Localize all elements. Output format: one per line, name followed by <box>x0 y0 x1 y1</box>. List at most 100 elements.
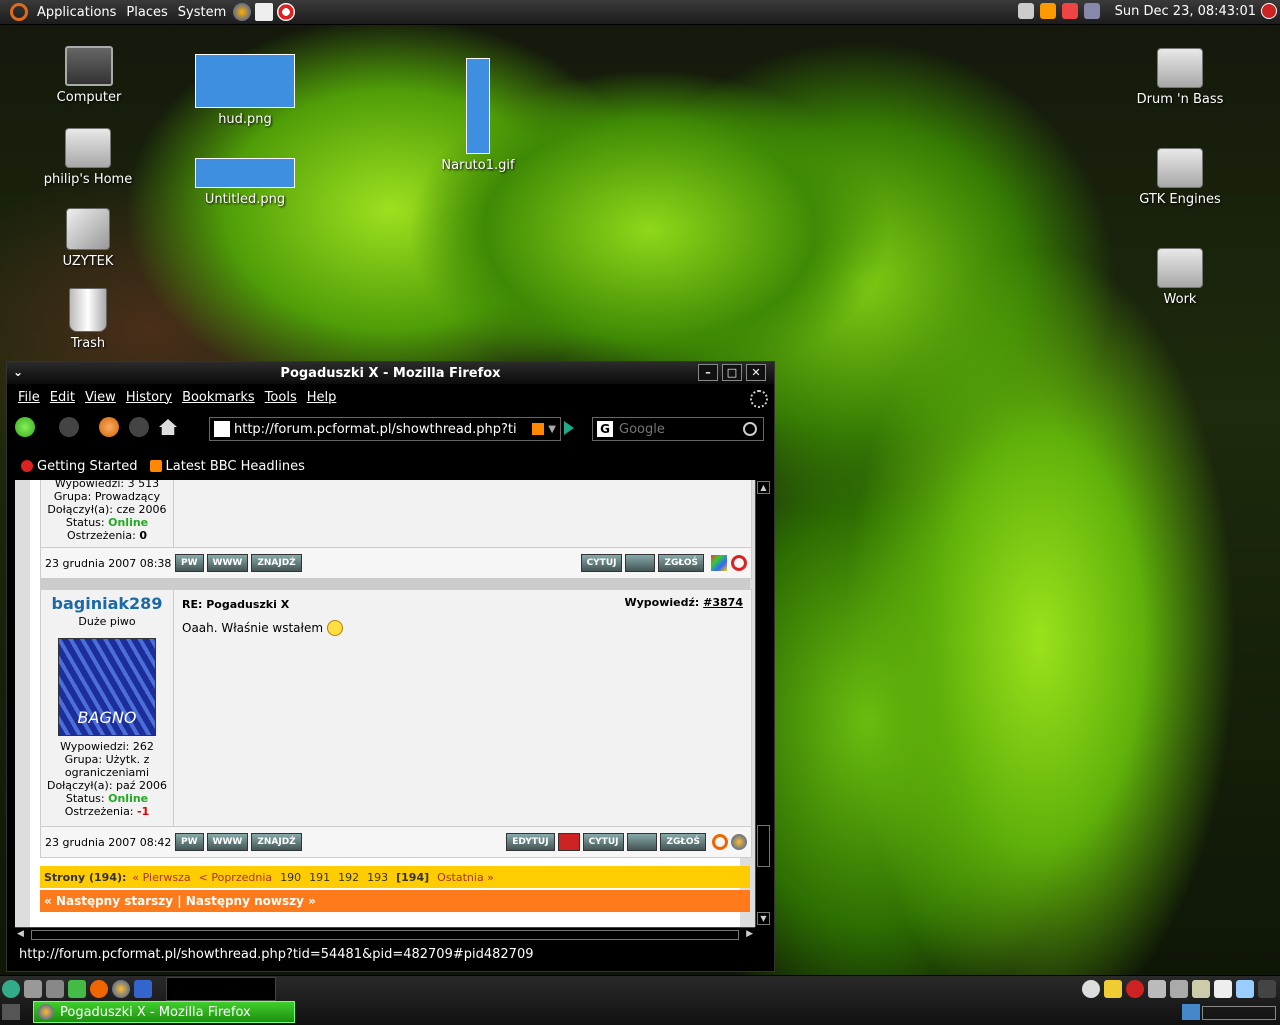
thread-nav-links[interactable]: « Następny starszy | Następny nowszy » <box>44 894 316 908</box>
globe-icon[interactable] <box>2 980 20 998</box>
www-button[interactable]: WWW <box>206 554 249 572</box>
document-icon[interactable] <box>1148 980 1166 998</box>
scroll-down-icon[interactable]: ▼ <box>757 912 770 925</box>
calculator-icon[interactable] <box>1192 980 1210 998</box>
find-button[interactable]: ZNAJDŹ <box>251 554 302 572</box>
menu-tools[interactable]: Tools <box>260 390 302 405</box>
menu-places[interactable]: Places <box>121 5 172 20</box>
url-dropdown-icon[interactable]: ▼ <box>548 424 556 435</box>
desktop-icon-gtk-engines[interactable]: GTK Engines <box>1125 148 1235 207</box>
update-icon[interactable] <box>1062 3 1078 19</box>
desktop-icon-hud[interactable]: hud.png <box>190 54 300 127</box>
go-icon[interactable] <box>564 421 574 435</box>
page-link[interactable]: 192 <box>338 871 359 884</box>
page-link[interactable]: 190 <box>280 871 301 884</box>
post-author[interactable]: baginiak289 <box>41 594 173 613</box>
weather-icon[interactable] <box>1040 3 1056 19</box>
refresh-icon[interactable] <box>68 980 86 998</box>
desktop-icon-work[interactable]: Work <box>1125 248 1235 307</box>
page-first-link[interactable]: « Pierwsza <box>132 871 190 884</box>
firefox-launcher-icon[interactable] <box>233 3 252 21</box>
pw-button[interactable]: PW <box>175 554 204 572</box>
desktop-icon-trash[interactable]: Trash <box>33 288 143 351</box>
help-launcher-icon[interactable] <box>277 3 296 21</box>
terminal-icon[interactable] <box>1258 980 1276 998</box>
volume-icon[interactable] <box>1018 3 1034 19</box>
rss-feed-icon[interactable] <box>532 423 545 435</box>
vertical-scrollbar[interactable]: ▲ ▼ <box>755 480 770 927</box>
eyes-icon[interactable] <box>1082 980 1100 998</box>
scroll-right-icon[interactable]: ▶ <box>746 929 753 939</box>
page-prev-link[interactable]: < Poprzednia <box>199 871 272 884</box>
minimize-button[interactable]: – <box>698 364 718 381</box>
www-button[interactable]: WWW <box>206 833 249 851</box>
google-engine-icon[interactable]: G <box>597 421 613 437</box>
trash-applet-icon[interactable] <box>1182 1004 1200 1020</box>
quote-button[interactable]: CYTUJ <box>580 554 623 572</box>
desktop-icon-computer[interactable]: Computer <box>34 46 144 105</box>
menu-file[interactable]: File <box>13 390 45 405</box>
menu-help[interactable]: Help <box>302 390 342 405</box>
horizontal-scrollbar[interactable]: ◀ ▶ <box>15 927 755 942</box>
clock[interactable]: Sun Dec 23, 08:43:01 <box>1115 4 1256 19</box>
plane-icon[interactable] <box>1170 980 1188 998</box>
ubuntu-icon[interactable] <box>90 980 108 998</box>
desktop-icon-home[interactable]: philip's Home <box>33 128 143 187</box>
maximize-button[interactable]: □ <box>722 364 742 381</box>
quote-button[interactable]: CYTUJ <box>582 833 625 851</box>
scroll-up-icon[interactable]: ▲ <box>757 481 770 494</box>
multiquote-icon[interactable] <box>625 554 656 572</box>
close-button[interactable]: ✕ <box>746 364 766 381</box>
scrollbar-thumb[interactable] <box>757 825 770 867</box>
report-button[interactable]: ZGŁOŚ <box>658 554 704 572</box>
firefox-window[interactable]: ⌄ Pogaduszki X - Mozilla Firefox – □ ✕ F… <box>6 361 775 972</box>
find-button[interactable]: ZNAJDŹ <box>251 833 302 851</box>
window-titlebar[interactable]: ⌄ Pogaduszki X - Mozilla Firefox – □ ✕ <box>7 362 774 384</box>
settings-icon[interactable] <box>46 980 64 998</box>
menu-system[interactable]: System <box>173 5 231 20</box>
menu-edit[interactable]: Edit <box>45 390 80 405</box>
scroll-left-icon[interactable]: ◀ <box>17 929 24 939</box>
bookmark-bbc-headlines[interactable]: Latest BBC Headlines <box>149 459 305 474</box>
home-icon[interactable] <box>159 419 177 435</box>
desktop-icon-uzytek[interactable]: UZYTEK <box>33 208 143 269</box>
forward-icon[interactable] <box>59 417 79 437</box>
network-icon[interactable] <box>1084 3 1100 19</box>
url-bar[interactable]: http://forum.pcformat.pl/showthread.php?… <box>209 417 561 441</box>
desktop-icon-naruto[interactable]: Naruto1.gif <box>423 58 533 173</box>
page-content[interactable]: Wypowiedzi: 3 513 Grupa: Prowadzący Dołą… <box>15 480 755 927</box>
menu-history[interactable]: History <box>121 390 177 405</box>
desktop-icon-drum-n-bass[interactable]: Drum 'n Bass <box>1125 48 1235 107</box>
url-text[interactable]: http://forum.pcformat.pl/showthread.php?… <box>234 422 528 437</box>
show-desktop-icon[interactable] <box>2 1004 20 1020</box>
pw-button[interactable]: PW <box>175 833 204 851</box>
edit-button[interactable]: EDYTUJ <box>506 833 555 851</box>
back-icon[interactable] <box>15 417 35 437</box>
reload-icon[interactable] <box>99 417 119 437</box>
mail-launcher-icon[interactable] <box>255 3 274 21</box>
workspace-switcher[interactable] <box>166 977 276 1001</box>
search-box[interactable]: G <box>592 417 764 441</box>
menu-bookmarks[interactable]: Bookmarks <box>177 390 260 405</box>
menu-applications[interactable]: Applications <box>32 5 121 20</box>
multiquote-icon[interactable] <box>627 833 658 851</box>
page-last-link[interactable]: Ostatnia » <box>437 871 494 884</box>
folder-icon[interactable] <box>1104 980 1122 998</box>
scrollbar-thumb[interactable] <box>31 930 739 940</box>
page-link[interactable]: 191 <box>309 871 330 884</box>
power-icon[interactable] <box>1261 3 1277 19</box>
page-link[interactable]: 193 <box>367 871 388 884</box>
taskbar-firefox-button[interactable]: Pogaduszki X - Mozilla Firefox <box>33 1001 295 1023</box>
bookmark-getting-started[interactable]: Getting Started <box>21 459 138 474</box>
ubuntu-logo-icon[interactable] <box>10 3 28 21</box>
workspace-pager[interactable] <box>1202 1006 1276 1020</box>
desktop-icon-untitled[interactable]: Untitled.png <box>190 158 300 207</box>
stop-icon[interactable] <box>129 417 149 437</box>
debian-icon[interactable] <box>1126 980 1144 998</box>
report-button[interactable]: ZGŁOŚ <box>660 833 706 851</box>
terminal-icon[interactable] <box>134 980 152 998</box>
post-permalink[interactable]: #3874 <box>703 596 743 609</box>
help-icon[interactable] <box>1236 980 1254 998</box>
window-menu-icon[interactable]: ⌄ <box>13 365 23 379</box>
search-input[interactable] <box>617 420 743 438</box>
